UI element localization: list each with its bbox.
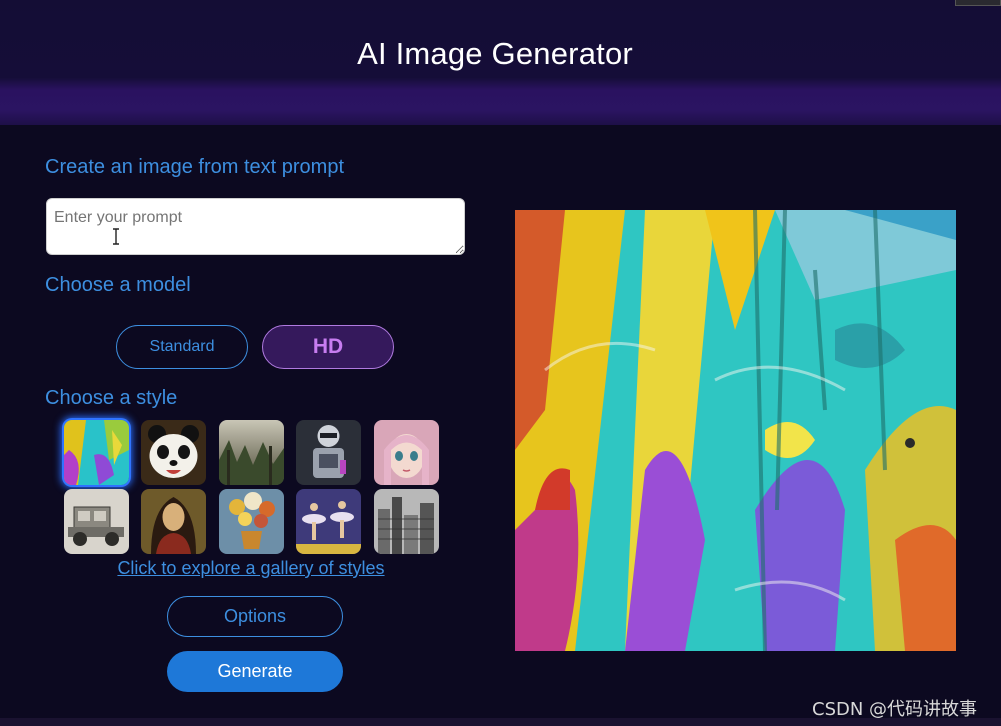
abstract-painting-icon bbox=[515, 210, 956, 651]
style-heading: Choose a style bbox=[45, 387, 178, 409]
prompt-heading: Create an image from text prompt bbox=[45, 156, 345, 178]
style-thumb-anime[interactable] bbox=[374, 420, 439, 485]
generated-image bbox=[515, 210, 956, 651]
panda-icon bbox=[141, 420, 206, 485]
anime-girl-icon bbox=[374, 420, 439, 485]
gallery-link[interactable]: Click to explore a gallery of styles bbox=[0, 558, 502, 579]
watermark-text: CSDN @代码讲故事 bbox=[812, 699, 978, 720]
style-thumb-panda[interactable] bbox=[141, 420, 206, 485]
style-thumb-ballet[interactable] bbox=[296, 489, 361, 554]
abstract-painting-icon bbox=[64, 420, 129, 485]
robot-icon bbox=[296, 420, 361, 485]
model-standard-button[interactable]: Standard bbox=[116, 325, 248, 369]
style-thumb-forest[interactable] bbox=[219, 420, 284, 485]
style-thumb-robot[interactable] bbox=[296, 420, 361, 485]
app-title: AI Image Generator bbox=[357, 36, 633, 71]
forest-landscape-icon bbox=[219, 420, 284, 485]
ballet-dancers-icon bbox=[296, 489, 361, 554]
model-hd-button[interactable]: HD bbox=[262, 325, 394, 369]
renaissance-portrait-icon bbox=[141, 489, 206, 554]
generate-button[interactable]: Generate bbox=[167, 651, 343, 692]
style-thumb-vintage-car[interactable] bbox=[64, 489, 129, 554]
vintage-car-icon bbox=[64, 489, 129, 554]
style-thumb-flowers[interactable] bbox=[219, 489, 284, 554]
style-thumb-abstract[interactable] bbox=[64, 420, 129, 485]
style-thumb-city[interactable] bbox=[374, 489, 439, 554]
style-thumb-renaissance[interactable] bbox=[141, 489, 206, 554]
prompt-input[interactable] bbox=[46, 198, 465, 255]
city-sketch-icon bbox=[374, 489, 439, 554]
model-heading: Choose a model bbox=[45, 274, 191, 296]
text-cursor-icon bbox=[113, 228, 119, 245]
app-header: AI Image Generator bbox=[0, 0, 1001, 125]
flower-vase-icon bbox=[219, 489, 284, 554]
options-button[interactable]: Options bbox=[167, 596, 343, 637]
window-corner-widget bbox=[955, 0, 1001, 6]
